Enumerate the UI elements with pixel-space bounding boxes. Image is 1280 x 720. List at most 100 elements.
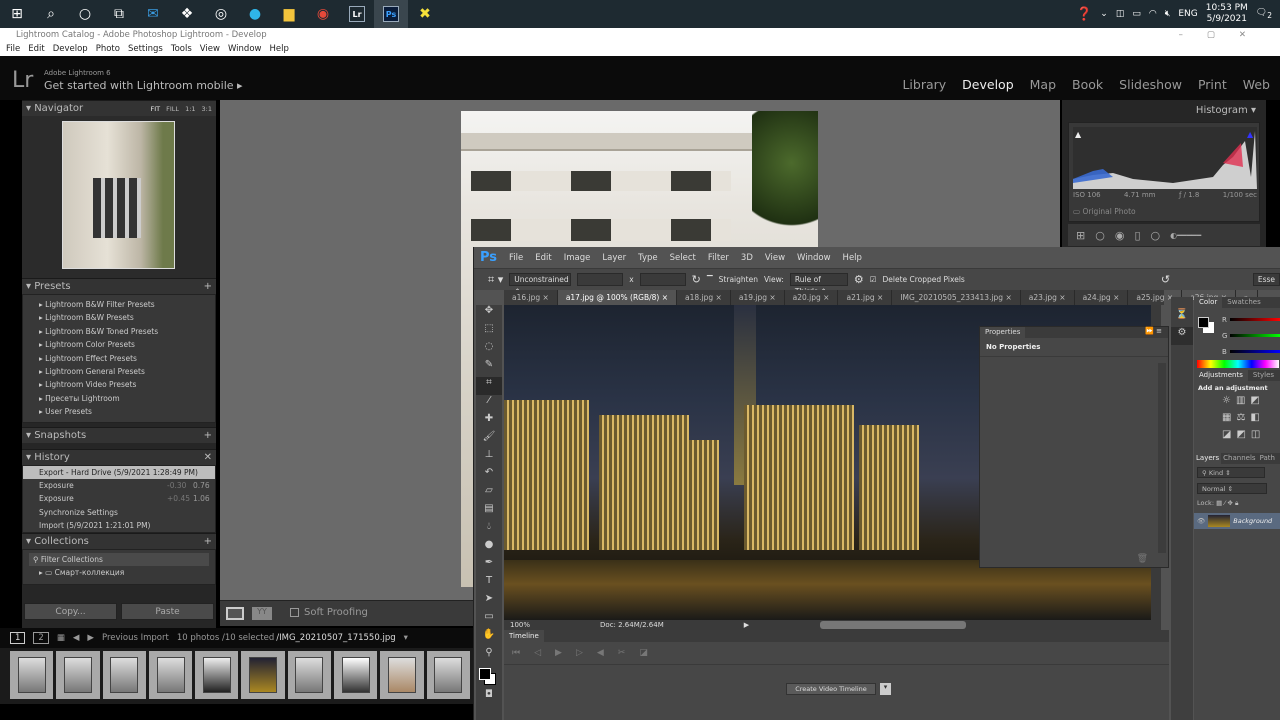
pen-tool-icon[interactable]: ✒: [476, 557, 502, 575]
timeline-tab[interactable]: Timeline: [504, 630, 1169, 642]
adjustment-icons[interactable]: ☼▥◩ ▦⚖◧ ◪◩◫: [1198, 392, 1277, 443]
adjustment-brush-slider[interactable]: ◐━━━━━: [1170, 231, 1201, 240]
zoom-3-1[interactable]: 3:1: [202, 105, 212, 113]
hand-tool-icon[interactable]: ✋: [476, 629, 502, 647]
filmstrip-thumbnail[interactable]: [287, 651, 332, 699]
transition-icon[interactable]: ◪: [639, 648, 648, 658]
dropbox-icon[interactable]: ❖: [170, 0, 204, 28]
blur-tool-icon[interactable]: 💧︎: [476, 521, 502, 539]
doc-tab[interactable]: a24.jpg ×: [1075, 290, 1129, 305]
quick-select-tool-icon[interactable]: ✎: [476, 359, 502, 377]
window-1-button[interactable]: 1: [10, 632, 26, 644]
crop-tool-icon[interactable]: ⌗ ▾: [488, 273, 503, 287]
module-web[interactable]: Web: [1243, 77, 1270, 92]
trash-icon[interactable]: 🗑︎: [1137, 554, 1148, 564]
first-frame-icon[interactable]: ⏮: [512, 648, 520, 658]
history-brush-icon[interactable]: ↶: [476, 467, 502, 485]
healing-tool-icon[interactable]: ✚: [476, 413, 502, 431]
reset-icon[interactable]: ↺: [1161, 273, 1170, 286]
ps-menu-select[interactable]: Select: [670, 253, 696, 263]
gear-icon[interactable]: ⚙: [854, 273, 864, 286]
task-view-icon[interactable]: ⧉: [102, 0, 136, 28]
layer-kind-filter[interactable]: ⚲ Kind ⇕: [1197, 467, 1265, 478]
histogram-title[interactable]: Histogram ▾: [1196, 105, 1256, 116]
history-item[interactable]: Synchronize Settings: [23, 506, 215, 519]
ps-menu-file[interactable]: File: [509, 253, 523, 263]
filter-collections-input[interactable]: ⚲ Filter Collections: [29, 553, 209, 567]
shape-tool-icon[interactable]: ▭: [476, 611, 502, 629]
language-indicator[interactable]: ENG: [1178, 9, 1197, 19]
volume-muted-icon[interactable]: 🔇︎: [1165, 9, 1171, 19]
layers-tab[interactable]: Layers: [1194, 453, 1222, 464]
ps-menu-image[interactable]: Image: [564, 253, 591, 263]
clock[interactable]: 10:53 PM 5/9/2021: [1206, 3, 1248, 25]
loupe-view-icon[interactable]: [226, 607, 244, 620]
properties-scrollbar[interactable]: [1158, 363, 1166, 553]
radial-filter-icon[interactable]: ○: [1151, 229, 1161, 242]
foreground-color[interactable]: [479, 668, 491, 680]
crop-overlay-icon[interactable]: ⊞: [1076, 229, 1085, 242]
zoom-1-1[interactable]: 1:1: [185, 105, 195, 113]
doc-tab-active[interactable]: a17.jpg @ 100% (RGB/8) ×: [557, 290, 678, 305]
filmstrip-thumbnail[interactable]: [426, 651, 470, 699]
play-icon[interactable]: ▶: [555, 648, 562, 658]
source-label[interactable]: Previous Import: [102, 633, 169, 643]
photoshop-taskbar-icon[interactable]: Ps: [374, 0, 408, 28]
audio-icon[interactable]: ◀: [597, 648, 604, 658]
prev-frame-icon[interactable]: ◁: [534, 648, 541, 658]
color-ramp[interactable]: [1197, 360, 1279, 368]
search-icon[interactable]: ⌕: [34, 0, 68, 28]
split-icon[interactable]: ✂: [618, 648, 626, 658]
width-input[interactable]: [577, 273, 624, 286]
preset-folder[interactable]: ▸ Lightroom Color Presets: [23, 338, 215, 351]
paths-tab[interactable]: Path: [1258, 453, 1277, 464]
mobile-prompt[interactable]: Get started with Lightroom mobile ▸: [44, 79, 243, 92]
lightroom-taskbar-icon[interactable]: Lr: [340, 0, 374, 28]
filmstrip-thumbnail[interactable]: [56, 651, 100, 699]
overlay-select[interactable]: Rule of Thirds ⇕: [789, 273, 848, 296]
history-panel-icon[interactable]: ⏳: [1171, 309, 1193, 327]
graduated-filter-icon[interactable]: ▯: [1134, 229, 1140, 242]
menu-help[interactable]: Help: [269, 42, 288, 56]
collections-header[interactable]: ▾ Collections +: [22, 533, 216, 550]
copy-button[interactable]: Copy...: [24, 603, 117, 620]
add-collection-icon[interactable]: +: [204, 536, 212, 547]
gradient-tool-icon[interactable]: ▤: [476, 503, 502, 521]
zoom-level[interactable]: 100%: [510, 620, 530, 630]
menu-window[interactable]: Window: [228, 42, 262, 56]
delete-cropped-checkbox[interactable]: ☑: [870, 275, 877, 284]
filmstrip-thumbnail[interactable]: [102, 651, 146, 699]
filmstrip-thumbnail[interactable]: [10, 651, 54, 699]
blue-slider[interactable]: [1230, 350, 1280, 353]
menu-tools[interactable]: Tools: [171, 42, 192, 56]
module-print[interactable]: Print: [1198, 77, 1227, 92]
ps-menu-edit[interactable]: Edit: [535, 253, 551, 263]
clear-history-icon[interactable]: ✕: [204, 452, 212, 463]
original-photo-toggle[interactable]: ▭ Original Photo: [1073, 207, 1136, 216]
doc-tab[interactable]: a18.jpg ×: [677, 290, 731, 305]
history-item[interactable]: Import (5/9/2021 1:21:01 PM): [23, 519, 215, 532]
lasso-tool-icon[interactable]: ◌: [476, 341, 502, 359]
properties-panel-icon[interactable]: ⚙: [1171, 327, 1193, 345]
color-tab[interactable]: Color: [1194, 297, 1223, 308]
stamp-tool-icon[interactable]: ⊥: [476, 449, 502, 467]
module-develop[interactable]: Develop: [962, 77, 1013, 92]
snapshots-header[interactable]: ▾ Snapshots +: [22, 426, 216, 443]
window-controls[interactable]: –▢✕: [1179, 28, 1270, 42]
doc-tab[interactable]: a20.jpg ×: [785, 290, 839, 305]
preset-folder[interactable]: ▸ Lightroom B&W Presets: [23, 311, 215, 324]
forward-arrow-icon[interactable]: ▶: [87, 633, 94, 643]
before-after-icon[interactable]: YY: [252, 607, 272, 620]
timeline-dropdown-icon[interactable]: ▾: [880, 683, 891, 695]
preset-folder[interactable]: ▸ Пресеты Lightroom: [23, 392, 215, 405]
preset-folder[interactable]: ▸ Lightroom General Presets: [23, 365, 215, 378]
menu-develop[interactable]: Develop: [53, 42, 88, 56]
mail-icon[interactable]: ✉: [136, 0, 170, 28]
channels-tab[interactable]: Channels: [1221, 453, 1257, 464]
layer-row[interactable]: 👁︎ Background: [1194, 513, 1280, 529]
chevron-up-icon[interactable]: ⌄: [1100, 9, 1108, 19]
blend-mode-select[interactable]: Normal ⇕: [1197, 483, 1267, 494]
file-explorer-icon[interactable]: ▆: [272, 0, 306, 28]
eyedropper-tool-icon[interactable]: ⁄: [476, 395, 502, 413]
next-frame-icon[interactable]: ▷: [576, 648, 583, 658]
